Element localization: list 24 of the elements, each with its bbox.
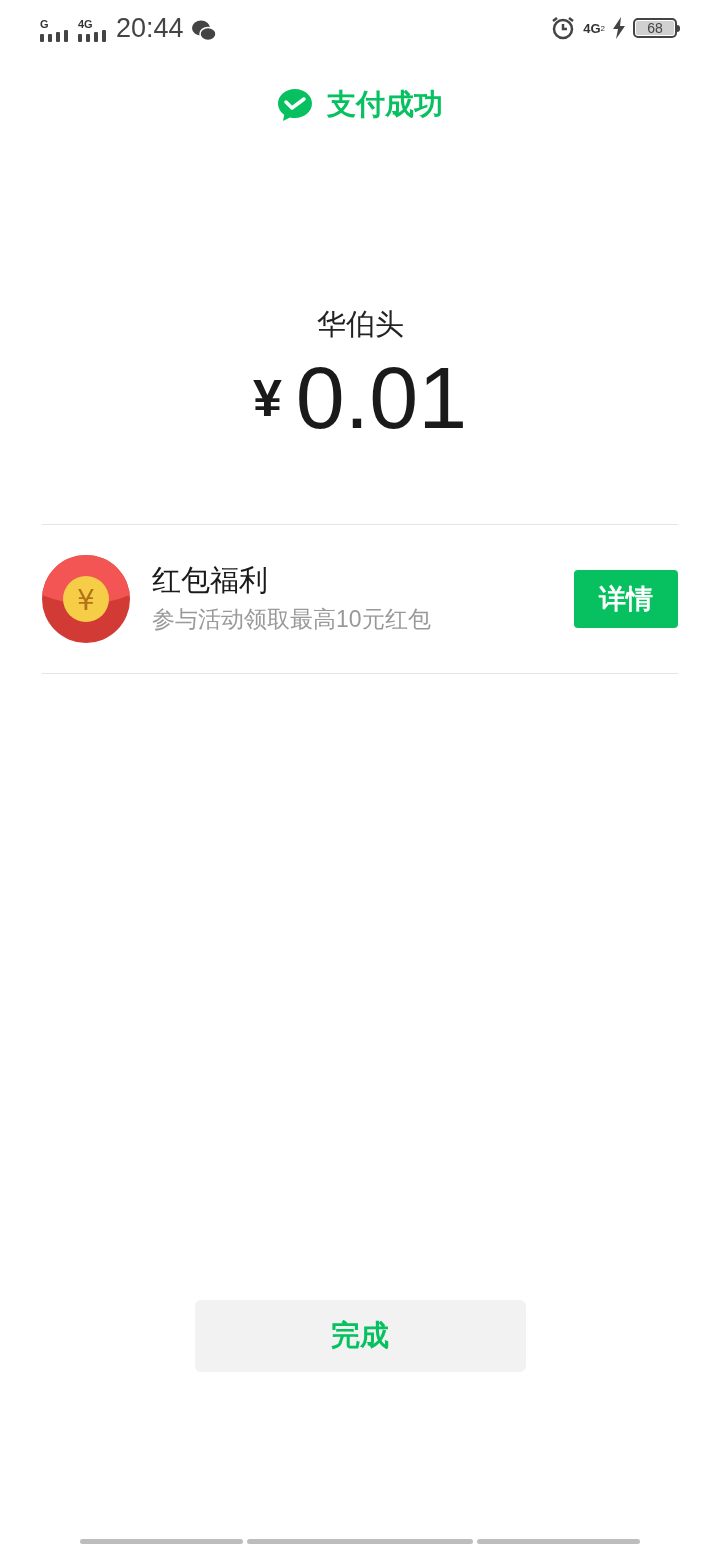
details-button[interactable]: 详情 [574, 570, 678, 628]
currency-symbol: ¥ [252, 368, 282, 429]
signal-icon [78, 29, 108, 42]
promo-subtitle: 参与活动领取最高10元红包 [152, 604, 432, 634]
coin-envelope-icon: ¥ [42, 555, 130, 643]
nav-bar-segment[interactable] [477, 1539, 640, 1544]
promo-title: 红包福利 [152, 562, 269, 598]
signal-icon [40, 29, 70, 42]
network-label: 4G [583, 21, 601, 35]
nav-bar-segment[interactable] [80, 1539, 243, 1544]
done-button[interactable]: 完成 [194, 1300, 526, 1372]
amount-value: 0.01 [295, 354, 468, 442]
alarm-clock-icon [551, 16, 576, 40]
clock-time: 20:44 [116, 14, 184, 42]
sim-label: 4G [78, 18, 93, 30]
chat-bubbles-icon [191, 19, 216, 42]
network-sub-label: 2 [600, 24, 605, 33]
check-bubble-icon [277, 87, 313, 122]
sim-label: G [40, 18, 49, 30]
battery-icon: 68 [633, 18, 680, 38]
page-title: 支付成功 [327, 87, 443, 122]
nav-bar-segment[interactable] [247, 1539, 473, 1544]
lightning-icon [613, 17, 625, 39]
merchant-name: 华伯头 [316, 306, 404, 342]
